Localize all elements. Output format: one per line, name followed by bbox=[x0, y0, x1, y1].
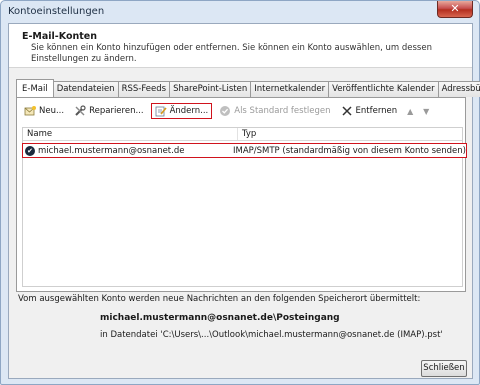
accounts-list[interactable]: Name Typ ✔ michael.mustermann@osnanet.de… bbox=[22, 127, 467, 287]
title-bar[interactable]: Kontoeinstellungen ✕ bbox=[1, 1, 479, 23]
default-account-check-icon: ✔ bbox=[25, 145, 35, 156]
dialog-client-area: E-Mail-Konten Sie können ein Konto hinzu… bbox=[8, 23, 480, 379]
change-button[interactable]: Ändern... bbox=[150, 103, 213, 119]
new-mail-icon bbox=[24, 105, 36, 117]
repair-button[interactable]: Reparieren... bbox=[71, 103, 146, 119]
section-title: E-Mail-Konten bbox=[22, 31, 97, 42]
tab-email[interactable]: E-Mail bbox=[16, 79, 54, 97]
tab-address-books[interactable]: Adressbücher bbox=[438, 81, 480, 97]
email-tab-panel: Neu... Reparieren... Ändern... Als Stand… bbox=[16, 97, 467, 292]
column-header-type[interactable]: Typ bbox=[238, 128, 256, 140]
new-account-button[interactable]: Neu... bbox=[21, 103, 67, 119]
tab-data-files[interactable]: Datendateien bbox=[53, 81, 119, 97]
tab-sharepoint-lists[interactable]: SharePoint-Listen bbox=[170, 81, 252, 97]
account-row[interactable]: ✔ michael.mustermann@osnanet.de IMAP/SMT… bbox=[22, 143, 467, 158]
set-default-button[interactable]: Als Standard festlegen bbox=[216, 103, 333, 119]
tools-icon bbox=[74, 105, 86, 117]
column-header-name[interactable]: Name bbox=[23, 128, 238, 140]
close-button[interactable]: Schließen bbox=[421, 360, 467, 377]
tab-strip: E-Mail Datendateien RSS-Feeds SharePoint… bbox=[16, 79, 480, 97]
set-default-label: Als Standard festlegen bbox=[234, 106, 331, 116]
tab-rss-feeds[interactable]: RSS-Feeds bbox=[118, 81, 171, 97]
list-header: Name Typ bbox=[23, 128, 462, 141]
section-description: Sie können ein Konto hinzufügen oder ent… bbox=[31, 43, 432, 64]
account-name: michael.mustermann@osnanet.de bbox=[38, 145, 185, 156]
remove-button[interactable]: Entfernen bbox=[338, 103, 401, 119]
account-toolbar: Neu... Reparieren... Ändern... Als Stand… bbox=[21, 103, 436, 119]
move-down-button[interactable]: ▼ bbox=[420, 107, 432, 116]
move-up-button[interactable]: ▲ bbox=[404, 107, 416, 116]
delivery-file: in Datendatei 'C:\Users\...\Outlook\mich… bbox=[100, 330, 443, 340]
window-close-button[interactable]: ✕ bbox=[437, 1, 473, 18]
new-account-label: Neu... bbox=[39, 106, 65, 116]
edit-icon bbox=[155, 105, 167, 117]
account-type: IMAP/SMTP (standardmäßig von diesem Kont… bbox=[232, 145, 466, 156]
window-title: Kontoeinstellungen bbox=[8, 6, 105, 17]
check-circle-icon bbox=[219, 105, 231, 117]
delivery-description: Vom ausgewählten Konto werden neue Nachr… bbox=[18, 294, 421, 304]
tab-published-calendars[interactable]: Veröffentlichte Kalender bbox=[329, 81, 439, 97]
repair-label: Reparieren... bbox=[89, 106, 144, 116]
close-icon bbox=[341, 105, 353, 117]
change-label: Ändern... bbox=[169, 106, 209, 116]
account-settings-window: Kontoeinstellungen ✕ E-Mail-Konten Sie k… bbox=[0, 0, 480, 385]
remove-label: Entfernen bbox=[355, 106, 398, 116]
tab-internet-calendars[interactable]: Internetkalender bbox=[251, 81, 330, 97]
header-band: E-Mail-Konten Sie können ein Konto hinzu… bbox=[9, 24, 472, 68]
delivery-folder: michael.mustermann@osnanet.de\Posteingan… bbox=[100, 313, 340, 323]
account-name-cell: ✔ michael.mustermann@osnanet.de bbox=[23, 145, 230, 156]
